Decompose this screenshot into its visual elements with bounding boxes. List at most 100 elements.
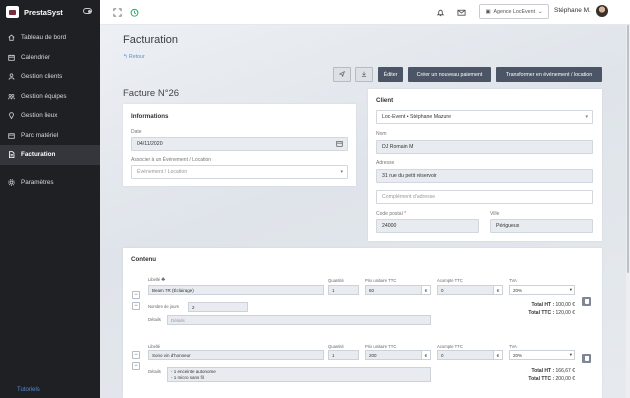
send-button[interactable]	[333, 67, 351, 82]
line-label-value: Beam 7R (Éclairage)	[152, 287, 194, 293]
total-ttc: Total TTC : 120,00 €	[503, 310, 575, 316]
sidebar-item-settings[interactable]: Paramètres	[0, 173, 100, 193]
move-down-button[interactable]: −	[132, 362, 140, 370]
details-line: - 1 micro sans fil	[171, 374, 204, 380]
address-field[interactable]: 31 rue du petit réservoir	[376, 169, 593, 183]
address2-field[interactable]: Complément d'adresse	[376, 190, 593, 204]
currency-suffix: €	[493, 351, 502, 359]
chevron-down-icon: ▾	[569, 352, 572, 357]
page-title: Facturation	[123, 34, 179, 46]
sidebar-item-label: Calendrier	[21, 53, 51, 61]
postal-label: Code postal *	[376, 211, 406, 217]
vat-select[interactable]: 20% ▾	[509, 285, 575, 295]
tutorials-link[interactable]: Tutoriels	[17, 387, 40, 393]
client-title: Client	[376, 97, 394, 104]
chevron-down-icon: ⌄	[538, 8, 543, 15]
chevron-down-icon: ▾	[569, 287, 572, 292]
user-name[interactable]: Stéphane M.	[554, 7, 591, 14]
vat-select[interactable]: 20% ▾	[509, 350, 575, 360]
bell-icon[interactable]	[436, 8, 445, 17]
currency-suffix: €	[421, 286, 430, 294]
trash-icon[interactable]	[582, 354, 591, 363]
city-field[interactable]: Périgueux	[490, 219, 593, 233]
sidebar-item-label: Tableau de bord	[21, 34, 67, 42]
total-ht-value: 100,00 €	[555, 302, 575, 308]
move-up-button[interactable]: −	[132, 351, 140, 359]
brand[interactable]: PrestaSyst	[6, 6, 63, 18]
box-icon	[8, 132, 15, 139]
deposit-field[interactable]: 0 €	[437, 285, 503, 295]
event-select[interactable]: Événement / Location ▾	[131, 165, 348, 179]
avatar[interactable]	[596, 5, 608, 17]
transform-button[interactable]: Transformer en événement / location	[496, 67, 602, 82]
sidebar-item-teams[interactable]: Gestion équipes	[0, 87, 100, 107]
date-value: 04/11/2020	[137, 141, 163, 147]
postal-field[interactable]: 24000	[376, 219, 479, 233]
days-field[interactable]: 2	[188, 302, 248, 312]
details-field[interactable]: - 1 enceinte autonome - 1 micro sans fil	[167, 367, 431, 382]
edit-button[interactable]: Éditer	[378, 67, 403, 82]
city-label: Ville	[490, 211, 500, 217]
unit-price-field[interactable]: 200 €	[365, 350, 431, 360]
scrollbar[interactable]	[626, 25, 630, 398]
qty-field[interactable]: 1	[328, 285, 359, 295]
sidebar-item-label: Paramètres	[21, 178, 54, 186]
qty-header: Quantité	[328, 344, 344, 349]
assoc-label: Associer à un Événement / Location	[131, 157, 212, 163]
sidebar-item-clients[interactable]: Gestion clients	[0, 67, 100, 87]
sidebar-item-places[interactable]: Gestion lieux	[0, 106, 100, 126]
qty-header: Quantité	[328, 278, 344, 283]
back-label: Retour	[128, 54, 145, 60]
content-card: Contenu − − Libellé ♣ Beam 7R (Éclairage…	[123, 248, 602, 398]
sidebar-item-dashboard[interactable]: Tableau de bord	[0, 28, 100, 48]
line-label-field[interactable]: Sono vin d'honneur	[148, 350, 324, 360]
sidebar-item-billing[interactable]: Facturation	[0, 145, 100, 165]
sidebar-toggle-icon[interactable]	[83, 8, 92, 14]
back-link[interactable]: ↰ Retour	[123, 54, 145, 60]
details-placeholder: Détails	[171, 317, 185, 323]
sidebar-item-label: Gestion clients	[21, 73, 63, 81]
client-card: Client Loc-Event • Stéphane Mazure ▾ Nom…	[368, 89, 602, 241]
fullscreen-icon[interactable]	[113, 8, 122, 17]
details-field[interactable]: Détails	[167, 315, 431, 325]
gear-icon	[8, 178, 15, 186]
name-field[interactable]: DJ Romain M	[376, 140, 593, 154]
download-button[interactable]	[355, 67, 373, 82]
sidebar-item-label: Facturation	[21, 151, 56, 159]
vat-value: 20%	[513, 352, 523, 358]
date-label: Date	[131, 129, 142, 135]
line-label-field[interactable]: Beam 7R (Éclairage)	[148, 285, 324, 295]
calendar-icon	[8, 54, 15, 61]
unit-price-field[interactable]: 60 €	[365, 285, 431, 295]
address-label: Adresse	[376, 160, 395, 166]
deposit-value: 0	[441, 287, 444, 293]
unit-price-header: Prix unitaire TTC	[365, 278, 397, 283]
move-up-button[interactable]: −	[132, 291, 140, 299]
sidebar-item-equipment[interactable]: Parc matériel	[0, 126, 100, 146]
deposit-field[interactable]: 0 €	[437, 350, 503, 360]
home-icon	[8, 34, 15, 41]
agency-selector[interactable]: ▣ Agence LocEvent ⌄	[479, 4, 549, 19]
team-icon	[8, 93, 15, 100]
date-field[interactable]: 04/11/2020	[131, 137, 348, 151]
total-ttc-label: Total TTC :	[528, 376, 555, 382]
info-title: Informations	[131, 113, 169, 120]
qty-field[interactable]: 1	[328, 350, 359, 360]
event-placeholder: Événement / Location	[137, 169, 188, 175]
sidebar-item-calendar[interactable]: Calendrier	[0, 48, 100, 68]
timer-icon[interactable]	[130, 8, 139, 17]
move-down-button[interactable]: −	[132, 302, 140, 310]
postal-value: 24000	[382, 223, 397, 229]
days-value: 2	[192, 304, 195, 310]
trash-icon[interactable]	[582, 297, 591, 306]
new-payment-button[interactable]: Créer un nouveau paiement	[408, 67, 491, 82]
user-icon	[8, 73, 15, 80]
calendar-icon[interactable]	[336, 140, 343, 149]
client-select[interactable]: Loc-Event • Stéphane Mazure ▾	[376, 110, 593, 124]
vat-value: 20%	[513, 287, 523, 293]
info-card: Informations Date 04/11/2020 Associer à …	[123, 104, 356, 186]
mail-icon[interactable]	[457, 8, 466, 17]
city-value: Périgueux	[496, 223, 520, 229]
main-content: ▣ Agence LocEvent ⌄ Stéphane M. Facturat…	[100, 0, 630, 398]
brand-name: PrestaSyst	[24, 7, 63, 17]
